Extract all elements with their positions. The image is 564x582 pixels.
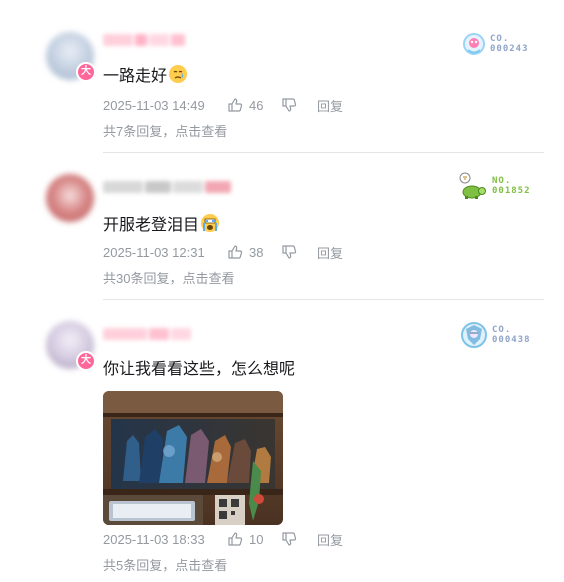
dislike-button[interactable] (281, 531, 317, 547)
medal-number: 001852 (492, 186, 531, 196)
fan-medal[interactable]: CO. 000243 (462, 32, 529, 56)
thumbs-up-icon (228, 98, 243, 112)
level-badge: 大 (76, 351, 96, 371)
username[interactable] (103, 34, 185, 48)
comment-time: 2025-11-03 12:31 (103, 244, 205, 260)
sobbing-face-emoji-icon (201, 214, 220, 232)
replies-count: 共30条回复， (103, 271, 183, 286)
like-button[interactable]: 10 (227, 531, 281, 547)
replies-action: 点击查看 (182, 271, 235, 286)
avatar[interactable] (46, 174, 94, 222)
dislike-button[interactable] (281, 244, 317, 260)
thumbs-down-icon (282, 245, 297, 259)
view-replies-link[interactable]: 共7条回复，点击查看 (103, 121, 227, 140)
replies-count: 共7条回复， (103, 124, 176, 139)
level-badge: 大 (76, 62, 96, 82)
view-replies-link[interactable]: 共5条回复，点击查看 (103, 555, 227, 574)
medal-badge-icon (463, 33, 485, 55)
replies-action: 点击查看 (175, 558, 228, 573)
comment-time: 2025-11-03 18:33 (103, 531, 205, 547)
comment-meta: 2025-11-03 18:33 10 回复 (103, 530, 343, 549)
figure-collection-photo-icon (103, 391, 283, 525)
replies-action: 点击查看 (175, 124, 228, 139)
medal-number: 000438 (492, 335, 531, 345)
medal-prefix: CO. (492, 325, 512, 335)
view-replies-link[interactable]: 共30条回复，点击查看 (103, 268, 234, 287)
thumbs-down-icon (282, 98, 297, 112)
crying-face-emoji-icon (169, 65, 188, 83)
comment-meta: 2025-11-03 14:49 46 回复 (103, 96, 343, 115)
divider (103, 299, 544, 300)
comment-text: 你让我看看这些，怎么想呢 (103, 360, 295, 380)
turtle-medal-icon (459, 172, 486, 199)
like-button[interactable]: 46 (227, 97, 281, 113)
reply-button[interactable]: 回复 (317, 243, 343, 262)
reply-button[interactable]: 回复 (317, 530, 343, 549)
fan-medal[interactable]: CO. 000438 (460, 321, 531, 349)
fan-medal[interactable]: NO. 001852 (458, 171, 531, 201)
dislike-button[interactable] (281, 97, 317, 113)
comment-content: 开服老登泪目 (103, 217, 200, 234)
medal-prefix: NO. (492, 176, 512, 186)
comment-meta: 2025-11-03 12:31 38 回复 (103, 243, 343, 262)
username[interactable] (103, 328, 191, 342)
thumbs-up-icon (228, 245, 243, 259)
avatar[interactable]: 大 (46, 321, 96, 371)
thumbs-up-icon (228, 532, 243, 546)
medal-badge-icon (461, 322, 487, 348)
comment-time: 2025-11-03 14:49 (103, 97, 205, 113)
like-count: 38 (249, 244, 264, 260)
comment-image[interactable] (103, 391, 283, 525)
medal-prefix: CO. (490, 34, 510, 44)
username[interactable] (103, 181, 231, 195)
avatar[interactable]: 大 (46, 32, 96, 82)
like-count: 46 (249, 97, 264, 113)
replies-count: 共5条回复， (103, 558, 176, 573)
divider (103, 152, 544, 153)
like-count: 10 (249, 531, 264, 547)
comment-text: 开服老登泪目 (103, 213, 220, 236)
comment-content: 你让我看看这些，怎么想呢 (103, 361, 296, 378)
reply-button[interactable]: 回复 (317, 96, 343, 115)
thumbs-down-icon (282, 532, 297, 546)
like-button[interactable]: 38 (227, 244, 281, 260)
comment-content: 一路走好 (103, 68, 168, 85)
medal-number: 000243 (490, 44, 529, 54)
comment-text: 一路走好 (103, 64, 188, 87)
